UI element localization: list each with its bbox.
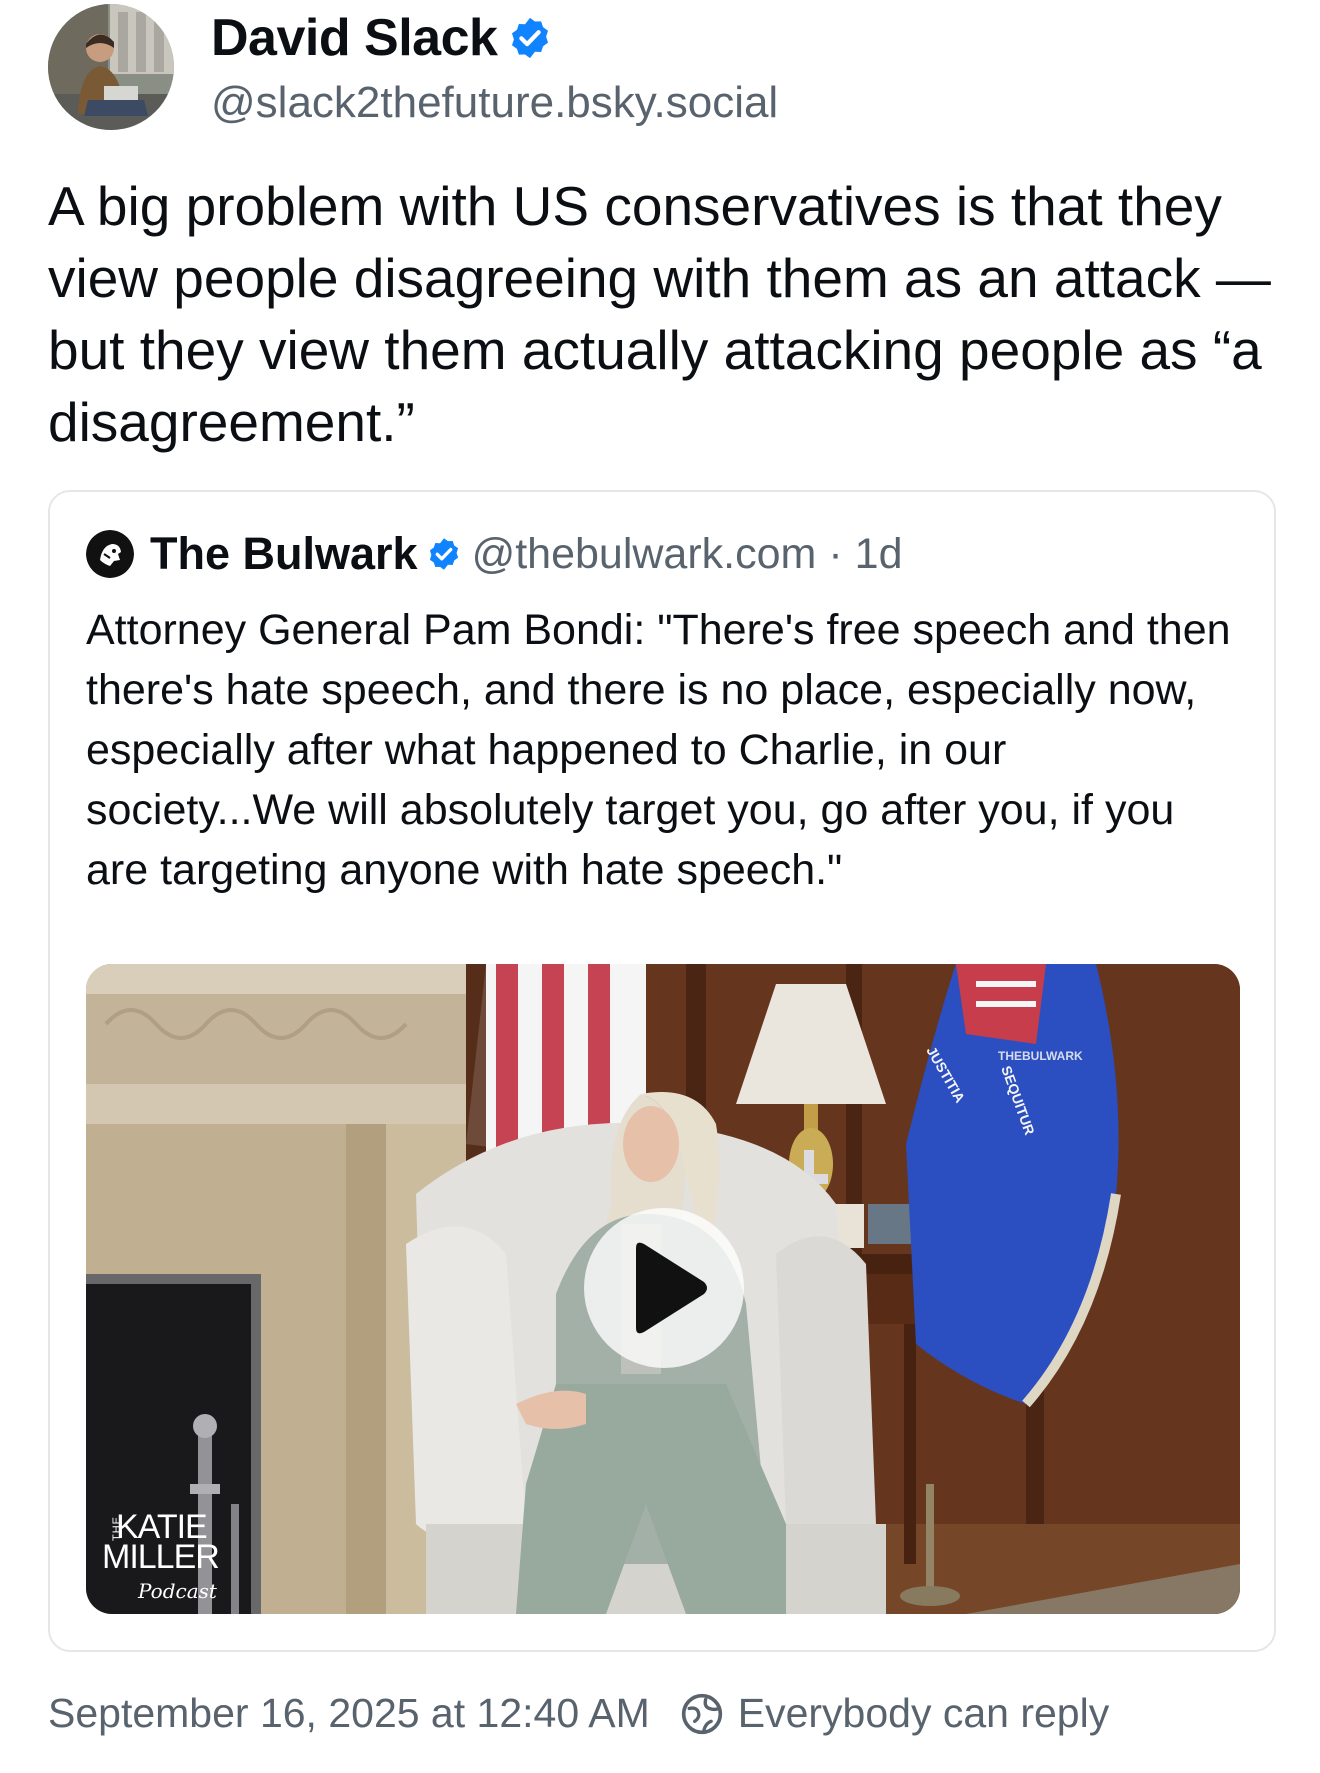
verified-badge-icon [429,538,458,570]
quoted-author-name[interactable]: The Bulwark [150,528,418,580]
quoted-post-time[interactable]: 1d [855,530,903,579]
post-header: David Slack @slack2thefuture.bsky.social [48,2,1278,130]
play-button[interactable] [584,1208,744,1368]
play-icon [636,1242,707,1334]
quoted-post-header: The Bulwark @thebulwark.com · 1d [86,528,903,580]
post-footer: September 16, 2025 at 12:40 AM Everybody… [48,1690,1109,1737]
author-display-name[interactable]: David Slack [211,8,498,68]
post-timestamp: September 16, 2025 at 12:40 AM [48,1690,650,1736]
reply-setting-label[interactable]: Everybody can reply [738,1690,1109,1737]
quoted-post-card[interactable]: The Bulwark @thebulwark.com · 1d Attorne… [48,490,1276,1652]
quoted-author-handle[interactable]: @thebulwark.com [472,530,817,579]
author-handle[interactable]: @slack2thefuture.bsky.social [211,78,778,128]
author-avatar[interactable] [48,4,174,130]
podcast-logo-podcast: Podcast [138,1579,217,1603]
verified-badge-icon [512,17,549,59]
podcast-logo-miller: MILLER [102,1538,220,1576]
reply-settings-icon [681,1693,722,1734]
separator-dot: · [828,529,843,578]
video-player[interactable]: JUSTITIA SEQUITUR THEBULWARK THE KATIE M… [86,964,1240,1614]
author-avatar-image [48,4,174,130]
author-name-row: David Slack [211,8,553,68]
quoted-author-avatar[interactable] [86,530,134,578]
quoted-post-text: Attorney General Pam Bondi: "There's fre… [86,606,1231,894]
post-text: A big problem with US conservatives is t… [48,175,1271,453]
